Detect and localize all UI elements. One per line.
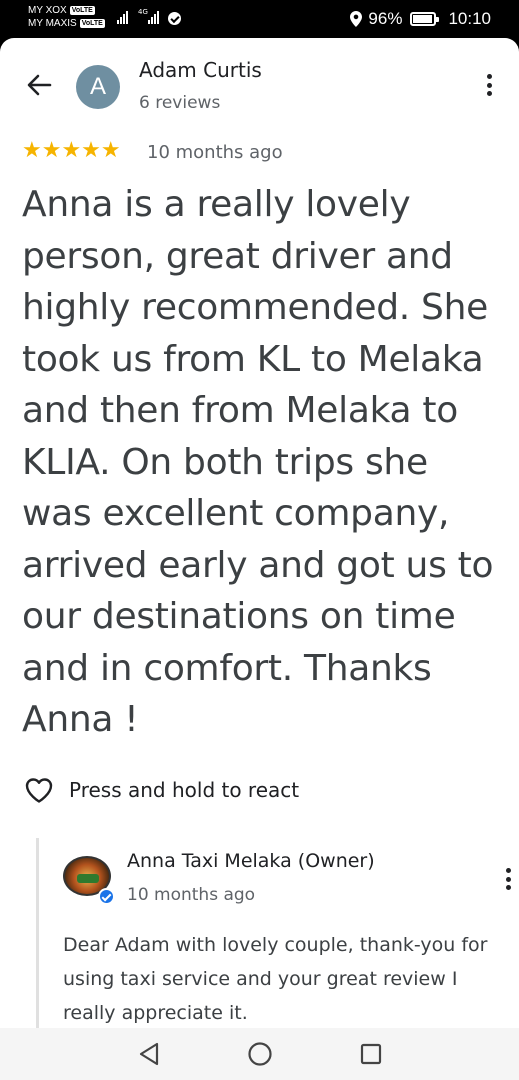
reviewer-name[interactable]: Adam Curtis: [139, 58, 262, 82]
nav-home-button[interactable]: [247, 1041, 273, 1067]
nav-back-button[interactable]: [136, 1041, 162, 1067]
review-sheet: A Adam Curtis 6 reviews ★★★★★ 10 months …: [0, 38, 519, 1028]
owner-reply: Anna Taxi Melaka (Owner) 10 months ago D…: [36, 838, 511, 1028]
network-type-label: 4G: [138, 8, 148, 16]
heart-outline-icon: [25, 778, 53, 803]
carrier-1-label: MY XOX: [28, 5, 67, 16]
carrier-info: MY XOX VoLTE MY MAXIS VoLTE: [28, 4, 105, 30]
reviewer-avatar[interactable]: A: [76, 65, 120, 109]
review-count: 6 reviews: [139, 93, 221, 113]
volte-badge: VoLTE: [69, 6, 95, 15]
volte-badge: VoLTE: [79, 19, 105, 28]
star-rating: ★★★★★: [22, 138, 121, 163]
triangle-back-icon: [139, 1042, 158, 1066]
circle-home-icon: [247, 1042, 272, 1066]
review-text: Anna is a really lovely person, great dr…: [22, 184, 494, 740]
react-button[interactable]: Press and hold to react: [24, 776, 299, 804]
arrow-left-icon: [27, 74, 52, 96]
verified-badge-icon: [98, 888, 115, 905]
owner-reply-date: 10 months ago: [127, 885, 256, 905]
react-label: Press and hold to react: [69, 778, 300, 802]
location-icon: [350, 11, 363, 27]
more-vert-icon: [505, 868, 511, 873]
notification-icon: [168, 12, 181, 25]
reply-more-options-button[interactable]: [504, 868, 512, 890]
owner-name[interactable]: Anna Taxi Melaka (Owner): [127, 850, 375, 872]
clock: 10:10: [448, 9, 491, 28]
more-vert-icon: [486, 74, 492, 79]
more-options-button[interactable]: [485, 74, 493, 96]
owner-reply-text: Dear Adam with lovely couple, thank-you …: [63, 934, 488, 1024]
battery-percent: 96%: [368, 9, 403, 28]
battery-icon: [410, 12, 440, 26]
system-nav-bar: [0, 1028, 519, 1080]
carrier-2-label: MY MAXIS: [28, 18, 77, 29]
signal-icon: [117, 10, 128, 24]
status-bar: MY XOX VoLTE MY MAXIS VoLTE 4G 96% 10:10: [0, 0, 519, 38]
nav-recents-button[interactable]: [358, 1041, 384, 1067]
back-button[interactable]: [22, 68, 56, 102]
square-recents-icon: [360, 1043, 381, 1065]
signal-icon: [148, 10, 159, 24]
review-date: 10 months ago: [147, 142, 283, 163]
